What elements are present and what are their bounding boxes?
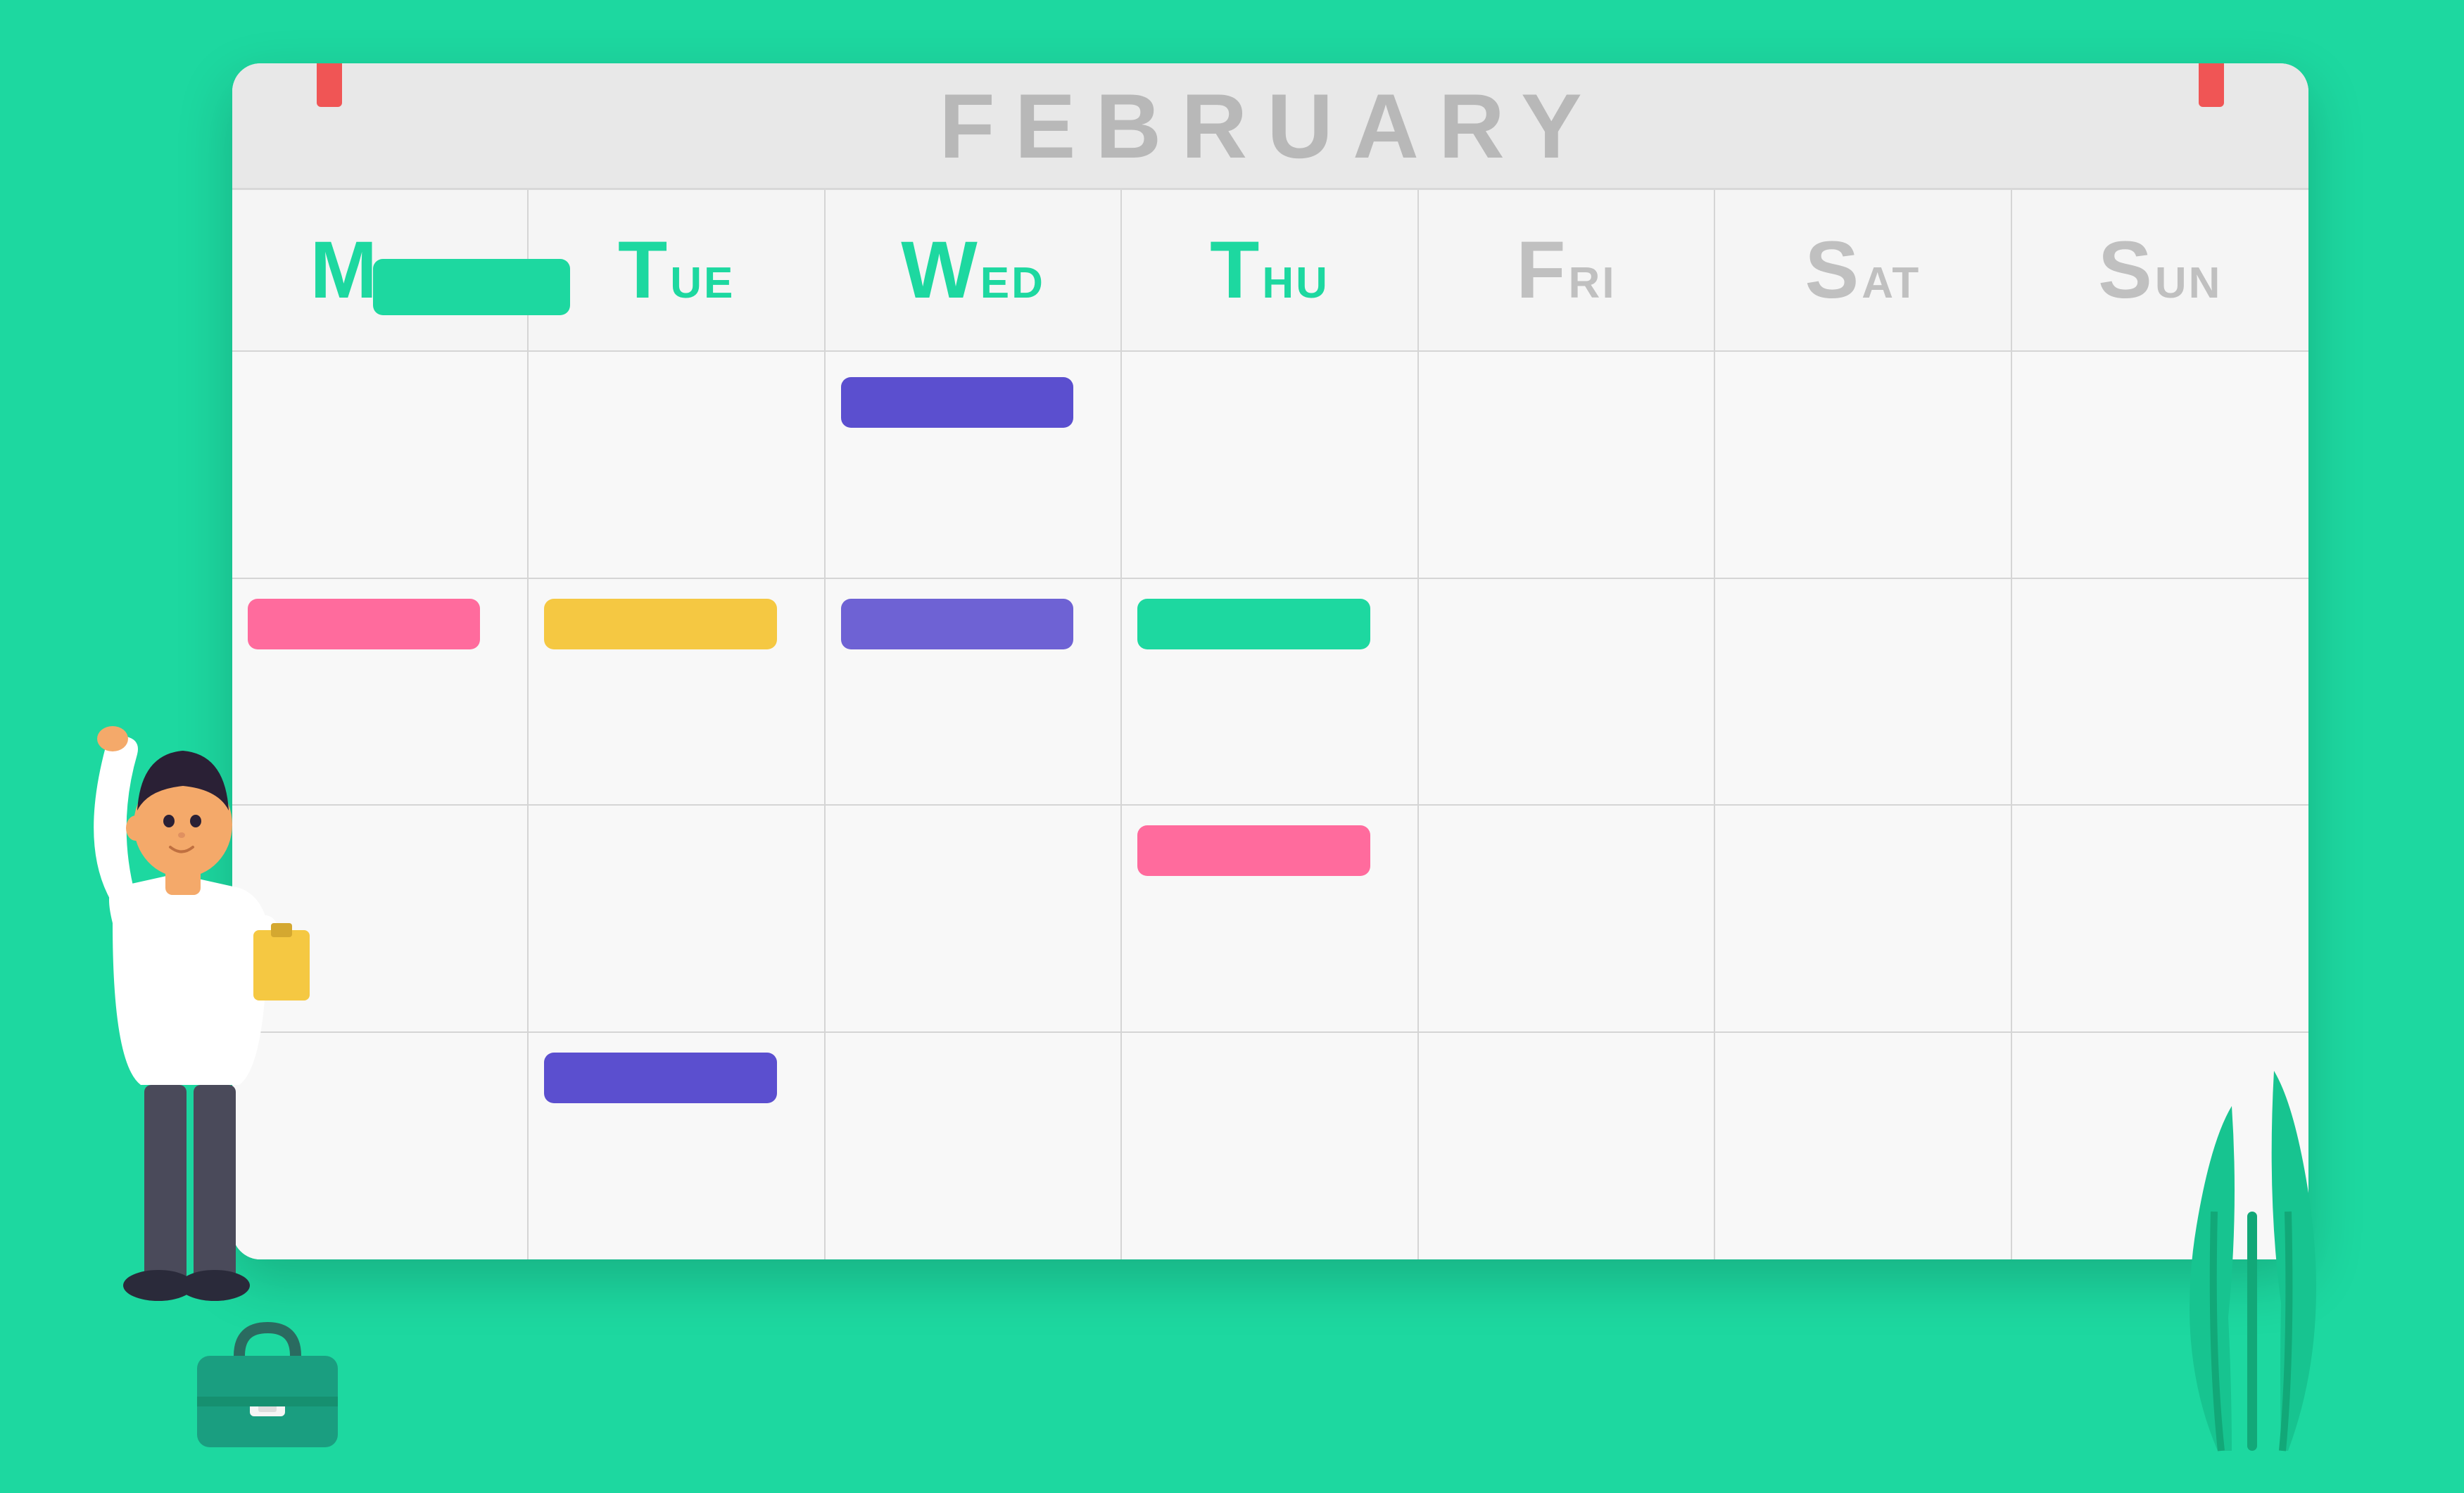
grid-cell-thu-r2 xyxy=(1122,579,1418,806)
day-header-fri: FRI xyxy=(1419,190,1715,350)
grid-cell-wed-r1 xyxy=(826,352,1122,579)
grid-cell-fri-r1 xyxy=(1419,352,1715,579)
grid-cell-sun-r1 xyxy=(2012,352,2308,579)
day-header-wed: WED xyxy=(826,190,1122,350)
grid-cell-wed-r4 xyxy=(826,1033,1122,1260)
day-header-sat: SAT xyxy=(1715,190,2011,350)
leaves-decoration xyxy=(2091,1000,2429,1465)
grid-cell-tue-r1 xyxy=(529,352,825,579)
event-thu-r3-pink xyxy=(1137,825,1370,876)
briefcase-illustration xyxy=(190,1314,345,1454)
pin-left xyxy=(317,63,342,107)
grid-cell-thu-r1 xyxy=(1122,352,1418,579)
grid-cell-thu-r3 xyxy=(1122,806,1418,1033)
floating-green-bar xyxy=(373,259,570,315)
calendar-title: FEBRUARY xyxy=(939,73,1601,179)
grid-cell-tue-r3 xyxy=(529,806,825,1033)
event-thu-r2-green xyxy=(1137,599,1370,649)
grid-cell-wed-r3 xyxy=(826,806,1122,1033)
day-header-tue: TUE xyxy=(529,190,825,350)
day-header-thu: THU xyxy=(1122,190,1418,350)
grid-cell-sat-r4 xyxy=(1715,1033,2011,1260)
calendar-board: FEBRUARY MON TUE WED THU xyxy=(232,63,2308,1259)
grid-cell-fri-r4 xyxy=(1419,1033,1715,1260)
grid-cell-sun-r2 xyxy=(2012,579,2308,806)
pin-right xyxy=(2199,63,2224,107)
grid-cell-sun-r3 xyxy=(2012,806,2308,1033)
day-header-sun: SUN xyxy=(2012,190,2308,350)
grid-cell-mon-r1 xyxy=(232,352,529,579)
event-tue-r2-yellow xyxy=(544,599,776,649)
calendar-grid xyxy=(232,352,2308,1259)
grid-cell-tue-r2 xyxy=(529,579,825,806)
event-wed-r2-purple xyxy=(841,599,1073,649)
grid-cell-tue-r4 xyxy=(529,1033,825,1260)
event-wed-r1-purple xyxy=(841,377,1073,428)
grid-cell-sat-r2 xyxy=(1715,579,2011,806)
grid-cell-fri-r3 xyxy=(1419,806,1715,1033)
grid-cell-thu-r4 xyxy=(1122,1033,1418,1260)
event-tue-r4-purple xyxy=(544,1053,776,1103)
grid-cell-fri-r2 xyxy=(1419,579,1715,806)
grid-cell-sat-r1 xyxy=(1715,352,2011,579)
grid-cell-sat-r3 xyxy=(1715,806,2011,1033)
grid-cell-wed-r2 xyxy=(826,579,1122,806)
calendar-header: FEBRUARY xyxy=(232,63,2308,190)
